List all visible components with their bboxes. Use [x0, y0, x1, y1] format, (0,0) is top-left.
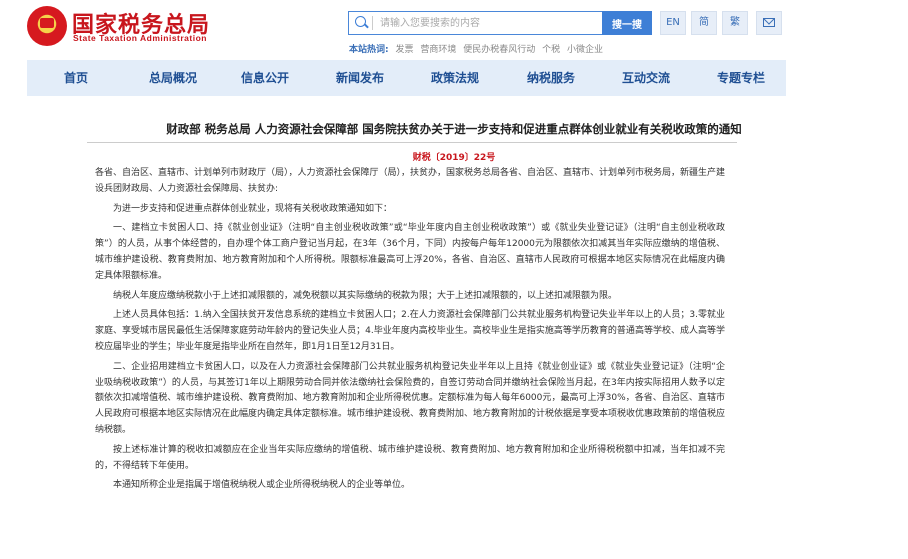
- article-paragraph: 本通知所称企业是指属于增值税纳税人或企业所得税纳税人的企业等单位。: [113, 480, 411, 491]
- national-emblem-icon[interactable]: [27, 6, 67, 46]
- article-body: 各省、自治区、直辖市、计划单列市财政厅（局），人力资源社会保障厅（局），扶贫办，…: [95, 166, 725, 498]
- nav-item-disclosure[interactable]: 信息公开: [230, 60, 300, 96]
- hot-word-link[interactable]: 便民办税春风行动: [463, 45, 535, 55]
- hot-word-link[interactable]: 个税: [542, 45, 560, 55]
- lang-traditional-button[interactable]: 繁: [722, 11, 748, 35]
- nav-item-home[interactable]: 首页: [51, 60, 101, 96]
- nav-item-news[interactable]: 新闻发布: [325, 60, 395, 96]
- nav-item-topics[interactable]: 专题专栏: [706, 60, 776, 96]
- lang-simplified-button[interactable]: 简: [691, 11, 717, 35]
- hot-word-link[interactable]: 小微企业: [567, 45, 603, 55]
- search-button[interactable]: 搜一搜: [602, 11, 652, 35]
- nav-item-tax-services[interactable]: 纳税服务: [516, 60, 586, 96]
- article-paragraph: 纳税人年度应缴纳税款小于上述扣减限额的，减免税额以其实际缴纳的税款为限；大于上述…: [113, 290, 618, 301]
- nav-item-policies[interactable]: 政策法规: [420, 60, 490, 96]
- hot-word-link[interactable]: 营商环境: [420, 45, 456, 55]
- article-paragraph: 各省、自治区、直辖市、计划单列市财政厅（局），人力资源社会保障厅（局），扶贫办，…: [95, 168, 726, 194]
- main-nav: 首页 总局概况 信息公开 新闻发布 政策法规 纳税服务 互动交流 专题专栏: [27, 60, 786, 96]
- hot-words: 本站热词: 发票 营商环境 便民办税春风行动 个税 小微企业: [349, 42, 603, 55]
- hot-word-link[interactable]: 发票: [395, 45, 413, 55]
- search-divider: [372, 16, 373, 30]
- title-divider: [87, 142, 737, 143]
- article-paragraph: 一、建档立卡贫困人口、持《就业创业证》（注明“自主创业税收政策”或“毕业年度内自…: [95, 223, 725, 281]
- hot-words-label: 本站热词:: [349, 45, 389, 55]
- mail-button[interactable]: [756, 11, 782, 35]
- lang-en-button[interactable]: EN: [660, 11, 686, 35]
- search-input[interactable]: [380, 13, 595, 33]
- nav-item-overview[interactable]: 总局概况: [138, 60, 208, 96]
- document-number: 财税〔2019〕22号: [412, 153, 496, 163]
- search-icon: [355, 16, 366, 27]
- nav-item-interaction[interactable]: 互动交流: [611, 60, 681, 96]
- article-paragraph: 为进一步支持和促进重点群体创业就业，现将有关税收政策通知如下：: [113, 203, 393, 214]
- article-paragraph: 按上述标准计算的税收扣减额应在企业当年实际应缴纳的增值税、城市维护建设税、教育费…: [95, 444, 725, 471]
- mail-icon: [763, 18, 775, 27]
- site-name-en: State Taxation Administration: [73, 33, 207, 43]
- header: 国家税务总局 State Taxation Administration 搜一搜…: [0, 0, 908, 60]
- article-paragraph: 二、企业招用建档立卡贫困人口，以及在人力资源社会保障部门公共就业服务机构登记失业…: [95, 361, 726, 435]
- article-paragraph: 上述人员具体包括：1.纳入全国扶贫开发信息系统的建档立卡贫困人口；2.在人力资源…: [95, 310, 725, 352]
- article-title: 财政部 税务总局 人力资源社会保障部 国务院扶贫办关于进一步支持和促进重点群体创…: [166, 122, 742, 136]
